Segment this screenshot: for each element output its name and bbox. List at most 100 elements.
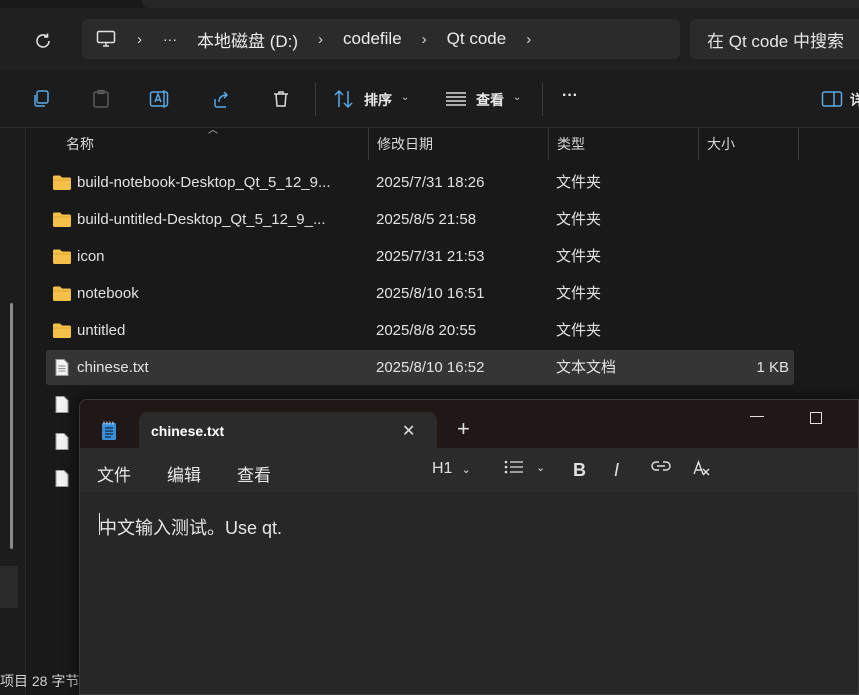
chevron-right-icon: › xyxy=(421,30,427,48)
status-bar: 项目 28 字节 xyxy=(0,673,80,689)
column-headers: 名称 修改日期 类型 大小 xyxy=(46,128,806,160)
refresh-icon[interactable] xyxy=(30,28,56,54)
file-name: icon xyxy=(77,248,105,265)
text-file-icon xyxy=(55,359,69,376)
notepad-window: chinese.txt ✕ + 文件 编辑 查看 H1 ⌄ ⌄ B I 中文输入… xyxy=(79,399,859,695)
list-icon xyxy=(504,460,523,474)
file-type: 文件夹 xyxy=(556,248,602,265)
file-size xyxy=(706,165,789,200)
rename-icon[interactable] xyxy=(148,87,172,111)
file-type: 文本文档 xyxy=(556,359,617,376)
chevron-right-icon: › xyxy=(318,30,324,48)
bold-icon[interactable]: B xyxy=(573,460,586,481)
file-row[interactable]: icon 2025/7/31 21:53 文件夹 xyxy=(46,239,794,274)
file-size xyxy=(706,202,789,237)
file-modified: 2025/8/8 20:55 xyxy=(376,322,477,339)
file-type: 文件夹 xyxy=(556,285,602,302)
file-size: 1 KB xyxy=(756,359,789,376)
file-row[interactable]: untitled 2025/8/8 20:55 文件夹 xyxy=(46,313,794,348)
column-header-modified[interactable]: 修改日期 xyxy=(369,128,549,160)
view-icon[interactable] xyxy=(444,87,468,111)
address-bar[interactable]: › ··· 本地磁盘 (D:) › codefile › Qt code › xyxy=(82,19,680,59)
chevron-right-icon[interactable]: › xyxy=(526,31,531,48)
file-type: 文件夹 xyxy=(556,322,602,339)
link-icon[interactable] xyxy=(651,460,671,472)
breadcrumb-drive[interactable]: 本地磁盘 (D:) xyxy=(197,27,298,52)
file-row[interactable]: build-untitled-Desktop_Qt_5_12_9_... 202… xyxy=(46,202,794,237)
file-size xyxy=(706,276,789,311)
nav-scroll-thumb[interactable] xyxy=(0,566,18,608)
file-row[interactable]: build-notebook-Desktop_Qt_5_12_9... 2025… xyxy=(46,165,794,200)
column-header-size[interactable]: 大小 xyxy=(699,128,799,160)
folder-icon xyxy=(53,175,71,190)
address-row: › ··· 本地磁盘 (D:) › codefile › Qt code › 在… xyxy=(0,8,859,70)
chevron-down-icon[interactable]: ⌄ xyxy=(513,92,521,103)
file-icon xyxy=(55,470,69,487)
clear-formatting-icon[interactable] xyxy=(692,460,712,478)
heading-dropdown[interactable]: H1 ⌄ xyxy=(432,460,471,478)
tab-title: chinese.txt xyxy=(151,423,225,439)
menu-file[interactable]: 文件 xyxy=(97,461,131,486)
notepad-app-icon xyxy=(102,421,116,440)
file-size xyxy=(706,239,789,274)
folder-icon xyxy=(53,212,71,227)
close-tab-icon[interactable]: ✕ xyxy=(402,421,415,441)
menu-edit[interactable]: 编辑 xyxy=(167,461,201,486)
folder-icon xyxy=(53,249,71,264)
file-modified: 2025/8/10 16:51 xyxy=(376,285,485,302)
toolbar-divider xyxy=(315,82,316,116)
breadcrumb-codefile[interactable]: codefile xyxy=(343,29,402,49)
column-header-type[interactable]: 类型 xyxy=(549,128,699,160)
column-header-name[interactable]: 名称 xyxy=(58,128,369,160)
toolbar-divider xyxy=(542,82,543,116)
chevron-down-icon: ⌄ xyxy=(536,461,546,474)
title-strip xyxy=(142,0,859,8)
notepad-titlebar: chinese.txt ✕ + xyxy=(80,400,858,450)
more-options-button[interactable]: ··· xyxy=(562,87,578,105)
maximize-icon[interactable] xyxy=(810,412,822,424)
notepad-menubar: 文件 编辑 查看 H1 ⌄ ⌄ B I xyxy=(80,448,858,492)
new-tab-icon[interactable]: + xyxy=(457,418,470,440)
minimize-icon[interactable] xyxy=(750,416,764,417)
delete-icon[interactable] xyxy=(269,87,293,111)
menu-view[interactable]: 查看 xyxy=(237,461,271,486)
document-tab[interactable]: chinese.txt ✕ xyxy=(102,412,437,450)
copy-icon[interactable] xyxy=(29,87,53,111)
file-name: chinese.txt xyxy=(77,359,149,376)
details-pane-icon[interactable] xyxy=(820,87,844,111)
breadcrumb-overflow[interactable]: ··· xyxy=(163,31,177,47)
folder-icon xyxy=(53,286,71,301)
sort-button[interactable]: 排序 xyxy=(364,90,392,110)
this-pc-icon[interactable] xyxy=(96,30,122,48)
file-name: notebook xyxy=(77,285,139,302)
breadcrumb-qt-code[interactable]: Qt code xyxy=(447,29,507,49)
file-modified: 2025/8/5 21:58 xyxy=(376,211,477,228)
file-row[interactable]: notebook 2025/8/10 16:51 文件夹 xyxy=(46,276,794,311)
file-row-selected[interactable]: chinese.txt 2025/8/10 16:52 文本文档 1 KB xyxy=(46,350,794,385)
file-name: build-untitled-Desktop_Qt_5_12_9_... xyxy=(77,211,326,228)
paste-icon[interactable] xyxy=(89,87,113,111)
file-modified: 2025/7/31 18:26 xyxy=(376,174,485,191)
file-size xyxy=(706,313,789,348)
italic-icon[interactable]: I xyxy=(614,460,619,481)
file-type: 文件夹 xyxy=(556,211,602,228)
file-icon xyxy=(55,396,69,413)
chevron-down-icon: ⌄ xyxy=(461,463,471,476)
nav-scrollbar[interactable] xyxy=(10,303,13,549)
file-type: 文件夹 xyxy=(556,174,602,191)
editor-content[interactable]: 中文输入测试。Use qt. xyxy=(99,514,282,540)
sort-icon[interactable] xyxy=(332,87,356,111)
chevron-down-icon[interactable]: ⌄ xyxy=(401,92,409,103)
heading-label: H1 xyxy=(432,460,453,477)
details-button[interactable]: 详 xyxy=(850,90,859,110)
search-input[interactable]: 在 Qt code 中搜索 xyxy=(690,19,859,59)
view-button[interactable]: 查看 xyxy=(476,90,504,110)
share-icon[interactable] xyxy=(209,87,233,111)
file-name: untitled xyxy=(77,322,126,339)
command-bar: 排序 ⌄ 查看 ⌄ ··· 详 xyxy=(0,70,859,128)
navigation-pane xyxy=(0,128,26,695)
text-editor[interactable]: 中文输入测试。Use qt. xyxy=(80,492,858,694)
list-dropdown[interactable]: ⌄ xyxy=(504,460,545,474)
chevron-right-icon: › xyxy=(137,30,142,48)
file-modified: 2025/8/10 16:52 xyxy=(376,359,485,376)
